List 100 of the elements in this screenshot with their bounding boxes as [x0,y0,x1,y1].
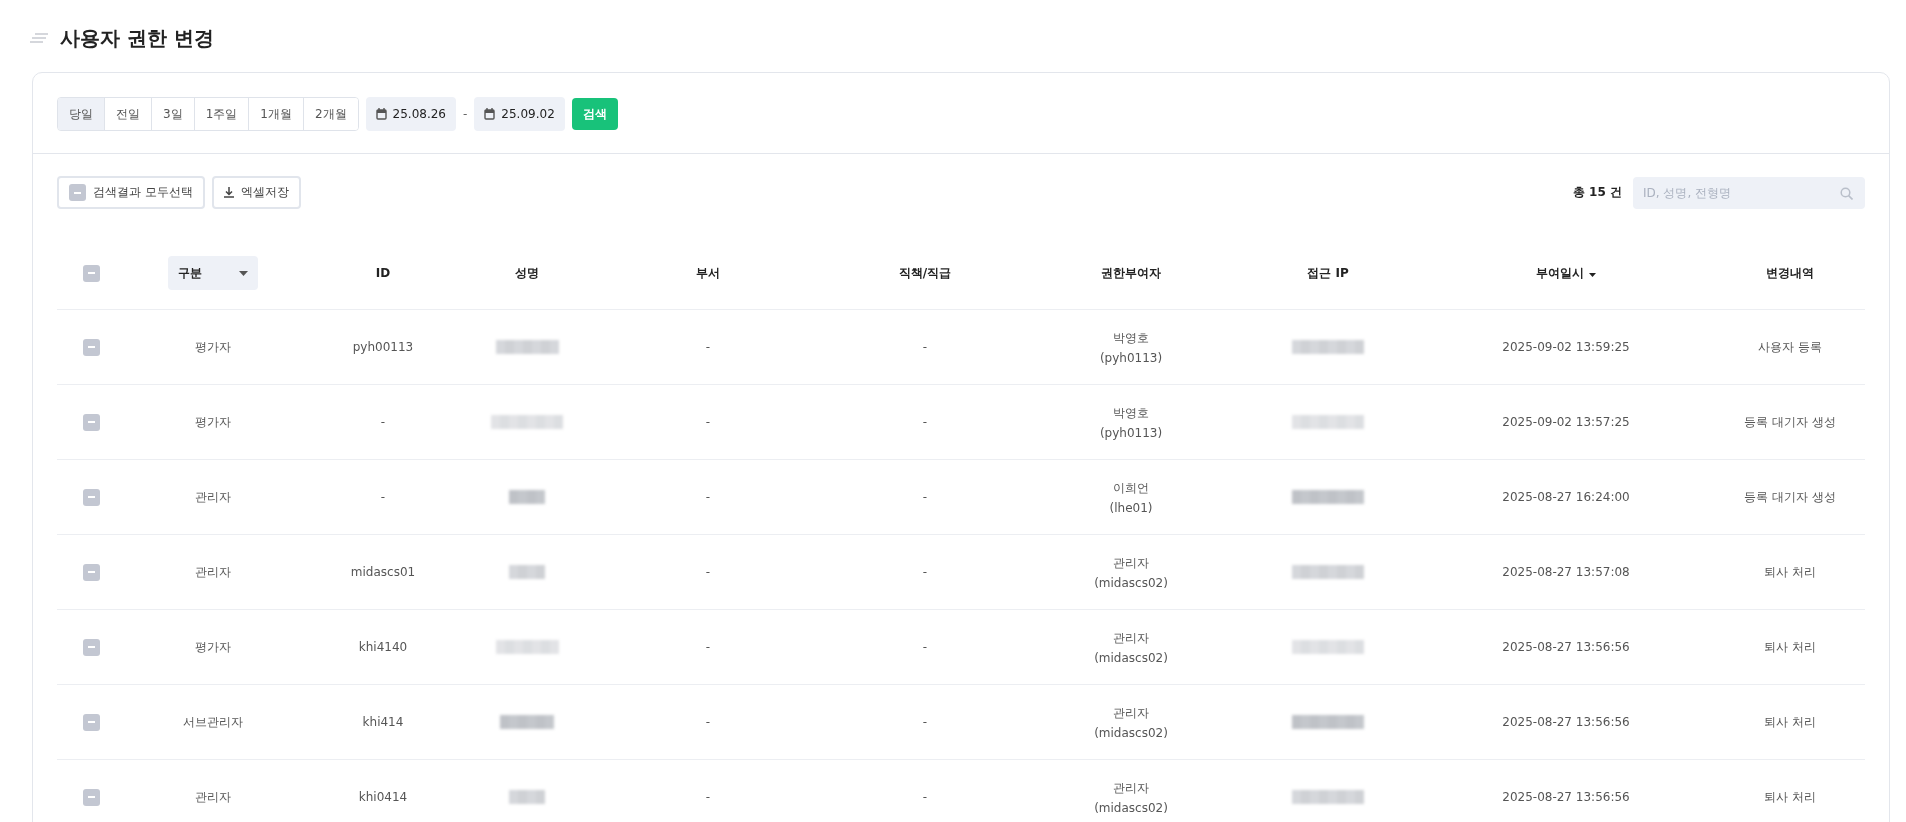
table-cell: khi4140 [358,640,408,654]
table-cell: - [922,340,928,354]
table-cell: 등록 대기자 생성 [1744,413,1836,431]
date-separator: - [463,107,468,121]
table-cell: 박영호 [1113,329,1149,347]
table-cell: (pyh0113) [1099,350,1163,365]
blurred-name [509,490,545,504]
blurred-ip [1292,490,1364,504]
select-all-button[interactable]: 검색결과 모두선택 [57,176,205,209]
table-cell: 이희언 [1113,479,1149,497]
table-cell: - [922,640,928,654]
table-cell: 관리자 [194,488,231,506]
table-cell: 퇴사 처리 [1764,788,1816,806]
column-header: 권한부여자 [1101,264,1161,282]
blurred-name [495,340,559,354]
table-cell: 2025-08-27 13:56:56 [1502,715,1630,729]
checkbox[interactable] [82,638,100,656]
table-cell: (midascs02) [1094,725,1168,740]
blurred-ip [1292,790,1364,804]
checkbox[interactable] [82,338,100,356]
calendar-icon [484,108,496,120]
table-cell: 평가자 [194,338,231,356]
table-cell: 퇴사 처리 [1764,638,1816,656]
table-cell: - [705,565,711,579]
table-cell: - [705,490,711,504]
column-header: 직책/직급 [898,264,952,282]
total-count: 총 15 건 [1572,184,1622,201]
table-cell: - [705,790,711,804]
column-header: 변경내역 [1766,264,1814,282]
checkbox[interactable] [82,713,100,731]
checkbox[interactable] [82,264,100,282]
sort-icon [1588,272,1596,277]
table-cell: 2025-08-27 13:56:56 [1502,640,1630,654]
table-cell: - [380,490,386,504]
table-cell: 관리자 [194,563,231,581]
column-header: 부서 [696,264,720,282]
table-cell: - [922,565,928,579]
table-cell: 평가자 [194,413,231,431]
table-cell: 관리자 [1113,779,1149,797]
table-cell: 등록 대기자 생성 [1744,488,1836,506]
table-cell: (midascs02) [1094,575,1168,590]
table-cell: 2025-08-27 16:24:00 [1502,490,1630,504]
table-cell: (midascs02) [1094,800,1168,815]
table-cell: - [922,715,928,729]
checkbox[interactable] [82,488,100,506]
table-cell: (lhe01) [1109,500,1153,515]
table-cell: - [705,640,711,654]
table-cell: 서브관리자 [182,713,243,731]
blurred-name [509,790,545,804]
table-cell: 관리자 [1113,704,1149,722]
type-dropdown[interactable]: 구분 [167,256,258,290]
table-cell: 퇴사 처리 [1764,563,1816,581]
checkbox[interactable] [82,413,100,431]
table-cell: 사용자 등록 [1758,338,1822,356]
column-header: 접근 IP [1307,264,1349,282]
table-cell: khi0414 [358,790,408,804]
table-cell: - [380,415,386,429]
date-field[interactable]: 25.08.26 [365,97,456,131]
column-header: 성명 [515,264,539,282]
table-cell: 평가자 [194,638,231,656]
checkbox[interactable] [69,184,86,201]
table-cell: - [922,490,928,504]
table-cell: 관리자 [194,788,231,806]
table-cell: 2025-09-02 13:57:25 [1502,415,1630,429]
table-cell: 관리자 [1113,629,1149,647]
blurred-name [500,715,554,729]
search-field[interactable]: ID, 성명, 전형명 [1633,176,1865,209]
table-cell: 박영호 [1113,404,1149,422]
excel-button[interactable]: 엑셀저장 [211,176,301,209]
period-tab[interactable]: 당일 [58,98,105,130]
blurred-name [495,640,559,654]
table-cell: - [705,340,711,354]
column-header[interactable]: 부여일시 [1536,264,1596,282]
blurred-name [509,565,545,579]
table-cell: 관리자 [1113,554,1149,572]
blurred-ip [1292,565,1364,579]
calendar-icon [375,108,387,120]
table-cell: pyh00113 [352,340,414,354]
table-cell: (pyh0113) [1099,425,1163,440]
menu-icon [30,33,48,43]
date-field[interactable]: 25.09.02 [474,97,565,131]
table-cell: - [922,415,928,429]
checkbox[interactable] [82,788,100,806]
table-cell: 2025-08-27 13:57:08 [1502,565,1630,579]
table-cell: 2025-08-27 13:56:56 [1502,790,1630,804]
caret-icon [238,270,248,276]
table-cell: midascs01 [350,565,416,579]
blurred-ip [1292,340,1364,354]
table-cell: - [705,715,711,729]
table-cell: 퇴사 처리 [1764,713,1816,731]
table-cell: (midascs02) [1094,650,1168,665]
table-cell: - [705,415,711,429]
download-icon [223,187,234,198]
table-cell: khi414 [362,715,404,729]
blurred-ip [1292,640,1364,654]
blurred-ip [1292,415,1364,429]
table-cell: - [922,790,928,804]
checkbox[interactable] [82,563,100,581]
page-title: 사용자 권한 변경 [60,24,214,52]
column-header: ID [375,266,391,280]
